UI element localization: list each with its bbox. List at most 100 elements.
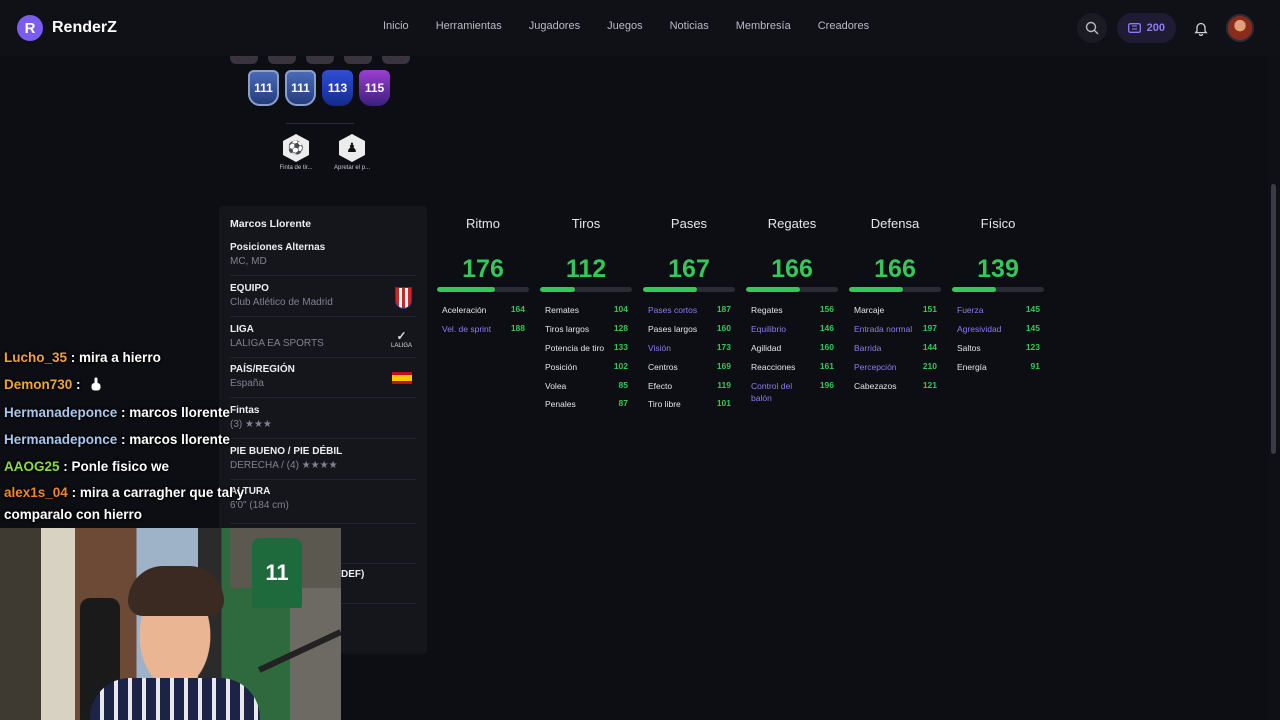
sub-stat-name: Tiros largos	[545, 323, 590, 334]
sub-stat-row: Agresividad 145	[952, 323, 1044, 342]
coins-button[interactable]: 200	[1116, 13, 1176, 43]
sub-stat-value: 91	[1030, 360, 1040, 371]
chat-text: : Ponle fisico we	[59, 459, 170, 475]
sub-stat-value: 119	[717, 379, 731, 390]
stat-progress-bar	[849, 287, 941, 292]
chat-message: AAOG25 : Ponle fisico we	[4, 453, 264, 480]
sub-stat-row: Potencia de tiro 133	[540, 342, 632, 361]
stat-category-total: 139	[977, 255, 1019, 283]
stat-progress-fill	[746, 287, 801, 292]
sub-stat-row: Regates 156	[746, 304, 838, 323]
sub-stat-value: 197	[922, 322, 937, 333]
sub-stat-row: Reacciones 161	[746, 361, 838, 380]
chat-message: Demon730 :	[4, 371, 264, 398]
page-scrollbar[interactable]	[1268, 56, 1280, 720]
stat-category-title: Ritmo	[466, 216, 500, 231]
stat-column-fisico: Físico 139 Fuerza 145 Agresividad 145 Saltos 12…	[952, 216, 1044, 417]
nav-juegos[interactable]: Juegos	[607, 20, 642, 32]
sub-stat-name: Volea	[545, 380, 567, 391]
stat-category-total: 176	[462, 255, 504, 283]
sub-stats-list: Aceleración 164 Vel. de sprint 188	[437, 304, 529, 342]
stream-chat-overlay: Lucho_35 : mira a hierro Demon730 : Herma…	[4, 344, 264, 526]
sub-stat-row: Entrada normal 197	[849, 323, 941, 342]
stat-category-total: 166	[874, 255, 916, 283]
sub-stat-row: Volea 85	[540, 380, 632, 399]
sub-stat-name: Marcaje	[854, 305, 885, 315]
sub-stat-value: 151	[922, 304, 937, 314]
card-chip-partial[interactable]	[306, 56, 334, 64]
nav-herramientas[interactable]: Herramientas	[436, 20, 502, 32]
sub-stat-name: Entrada normal	[854, 323, 913, 334]
card-chip[interactable]: 111	[248, 70, 279, 106]
sub-stat-name: Efecto	[648, 380, 673, 391]
sub-stat-name: Barrida	[854, 342, 882, 353]
sub-stat-name: Reacciones	[751, 361, 796, 372]
logo-text: RenderZ	[52, 19, 117, 36]
nav-inicio[interactable]: Inicio	[383, 20, 409, 32]
sub-stat-value: 160	[716, 322, 731, 333]
nav-noticias[interactable]: Noticias	[670, 20, 709, 32]
sub-stat-row: Tiro libre 101	[643, 398, 735, 417]
stat-category-title: Pases	[670, 216, 708, 231]
sub-stat-name: Remates	[545, 305, 580, 315]
notifications-button[interactable]	[1186, 13, 1216, 43]
sub-stat-value: 164	[510, 304, 525, 314]
sub-stat-name: Vel. de sprint	[442, 323, 492, 334]
sub-stat-value: 87	[618, 398, 628, 409]
nav-membresia[interactable]: Membresía	[736, 20, 791, 32]
card-chip[interactable]: 111	[285, 70, 316, 106]
sub-stat-value: 188	[510, 322, 525, 333]
sub-stat-value: 144	[922, 341, 937, 352]
nav-creadores[interactable]: Creadores	[818, 20, 869, 32]
sub-stat-name: Visión	[648, 342, 671, 353]
league-logo-text: LALIGA	[390, 343, 412, 350]
scrollbar-thumb[interactable]	[1271, 184, 1276, 454]
playstyle-item[interactable]: ⚽ Finta de tir...	[276, 134, 316, 171]
sub-stat-name: Percepción	[854, 361, 897, 372]
stat-progress-fill	[540, 287, 575, 292]
sub-stat-row: Percepción 210	[849, 361, 941, 380]
coins-count: 200	[1146, 22, 1165, 34]
playstyle-item[interactable]: ♟ Apretar el p...	[332, 134, 372, 171]
nav-jugadores[interactable]: Jugadores	[529, 20, 580, 32]
stat-column-ritmo: Ritmo 176 Aceleración 164 Vel. de sprint 188	[437, 216, 529, 417]
sub-stat-name: Equilibrio	[751, 323, 786, 334]
sub-stats-list: Remates 104 Tiros largos 128 Potencia de tir…	[540, 304, 632, 417]
chat-username: Hermanadeponce	[4, 431, 118, 447]
stat-category-total: 112	[565, 255, 607, 283]
sub-stat-value: 146	[819, 322, 834, 333]
stat-progress-bar	[952, 287, 1044, 292]
search-button[interactable]	[1076, 13, 1107, 43]
chat-username: AAOG25	[4, 459, 60, 475]
info-value[interactable]: Club Atlético de Madrid	[230, 297, 416, 308]
sub-stat-row: Efecto 119	[643, 380, 735, 399]
stat-column-defensa: Defensa 166 Marcaje 151 Entrada normal 197 Bar…	[849, 216, 941, 417]
bell-icon	[1194, 22, 1208, 36]
sub-stats-list: Regates 156 Equilibrio 146 Agilidad 160 Reacci…	[746, 304, 838, 404]
top-right-actions: 200	[1076, 13, 1254, 43]
sub-stat-name: Cabezazos	[854, 380, 897, 391]
sub-stat-value: 161	[819, 360, 834, 371]
sub-stats-list: Fuerza 145 Agresividad 145 Saltos 123 Energía 9…	[952, 304, 1044, 380]
card-chip-partial[interactable]	[268, 56, 296, 64]
card-chip-partial[interactable]	[344, 56, 372, 64]
stat-category-total: 166	[771, 255, 813, 283]
sub-stat-row: Barrida 144	[849, 342, 941, 361]
chat-username: alex1s_04	[4, 485, 68, 501]
chat-username: Demon730	[4, 377, 73, 393]
sub-stat-row: Tiros largos 128	[540, 323, 632, 342]
user-avatar[interactable]	[1226, 14, 1254, 42]
card-chip-partial[interactable]	[230, 56, 258, 64]
card-chip[interactable]: 115	[359, 70, 390, 106]
sub-stat-row: Saltos 123	[952, 342, 1044, 361]
coin-ticket-icon	[1127, 23, 1141, 33]
sub-stat-row: Aceleración 164	[437, 304, 529, 323]
card-chip-partial[interactable]	[382, 56, 410, 64]
sub-stat-name: Potencia de tiro	[545, 342, 605, 353]
logo[interactable]: R RenderZ	[17, 15, 117, 41]
sub-stat-value: 102	[613, 360, 628, 371]
card-chip[interactable]: 113	[322, 70, 353, 106]
stat-progress-fill	[437, 287, 495, 292]
sub-stats-list: Pases cortos 187 Pases largos 160 Visión 173 C…	[643, 304, 735, 417]
info-label: EQUIPO	[230, 283, 269, 294]
